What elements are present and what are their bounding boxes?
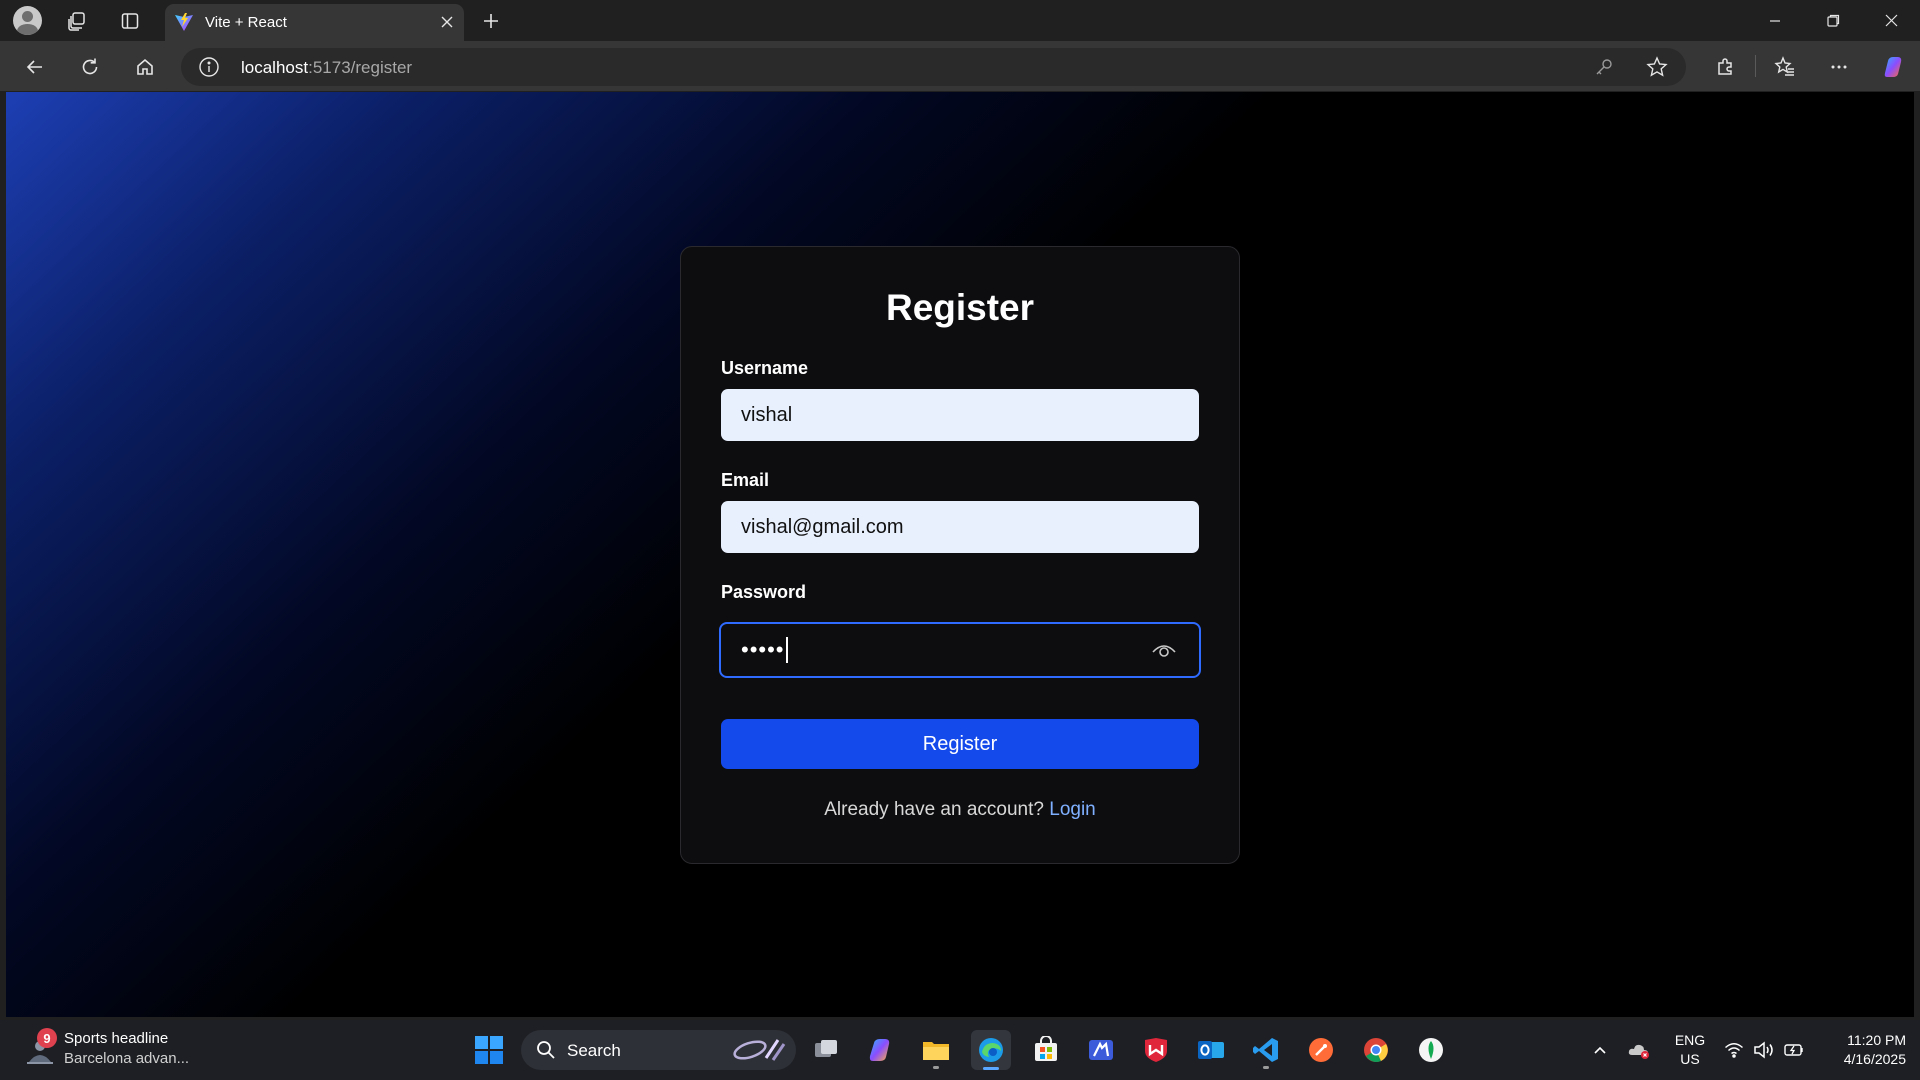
username-label: Username xyxy=(721,358,809,378)
copilot-icon[interactable] xyxy=(1876,50,1912,84)
password-masked-value: ••••• xyxy=(741,637,785,662)
password-input[interactable]: ••••• xyxy=(721,624,1199,676)
start-button[interactable] xyxy=(469,1030,509,1070)
password-label: Password xyxy=(721,582,807,602)
new-tab-button[interactable] xyxy=(476,6,506,36)
register-button[interactable]: Register xyxy=(721,719,1199,769)
battery-charging-icon[interactable] xyxy=(1782,1038,1806,1062)
extensions-icon[interactable] xyxy=(1707,50,1743,84)
task-view-icon[interactable] xyxy=(806,1030,846,1070)
search-label: Search xyxy=(567,1041,621,1060)
address-bar[interactable]: localhost:5173/register xyxy=(181,48,1686,86)
active-app-indicator xyxy=(983,1067,999,1070)
tab-close-icon[interactable] xyxy=(434,9,460,35)
mcafee-icon[interactable] xyxy=(1136,1030,1176,1070)
password-field[interactable]: ••••• xyxy=(719,622,1201,678)
toolbar-separator xyxy=(1755,55,1756,77)
register-card: Register Username Email Password ••••• R… xyxy=(680,246,1240,864)
workspaces-icon[interactable] xyxy=(62,6,92,36)
url-path: :5173/register xyxy=(308,58,413,77)
back-button[interactable] xyxy=(17,50,53,84)
username-input[interactable] xyxy=(721,389,1199,441)
volume-icon[interactable] xyxy=(1752,1038,1776,1062)
profile-avatar[interactable] xyxy=(13,6,42,35)
url-text[interactable]: localhost:5173/register xyxy=(241,58,412,78)
tab-title: Vite + React xyxy=(205,14,287,31)
active-tab[interactable]: Vite + React xyxy=(165,4,464,41)
outlook-icon[interactable] xyxy=(1191,1030,1231,1070)
login-prompt-text: Already have an account? xyxy=(824,799,1044,820)
running-indicator xyxy=(1263,1066,1269,1069)
page-title: Register xyxy=(885,287,1035,328)
news-headline-title[interactable]: Sports headline xyxy=(64,1030,168,1047)
edge-browser-icon[interactable] xyxy=(971,1030,1011,1070)
copilot-app-icon[interactable] xyxy=(861,1030,901,1070)
postman-icon[interactable] xyxy=(1301,1030,1341,1070)
chevron-up-icon[interactable] xyxy=(1588,1038,1612,1062)
clock-time: 11:20 PM xyxy=(1847,1032,1906,1048)
microsoft-store-icon[interactable] xyxy=(1026,1030,1066,1070)
favorites-icon[interactable] xyxy=(1767,50,1803,84)
favorite-star-icon[interactable] xyxy=(1643,54,1671,80)
running-indicator xyxy=(933,1066,939,1069)
news-badge: 9 xyxy=(37,1028,57,1048)
text-caret xyxy=(785,637,788,663)
vertical-tabs-icon[interactable] xyxy=(115,6,145,36)
refresh-button[interactable] xyxy=(72,50,108,84)
paint-app-icon[interactable] xyxy=(1081,1030,1121,1070)
mongodb-compass-icon[interactable] xyxy=(1411,1030,1451,1070)
more-menu-icon[interactable] xyxy=(1821,50,1857,84)
region-code: US xyxy=(1680,1051,1700,1067)
email-input[interactable] xyxy=(721,501,1199,553)
vscode-icon[interactable] xyxy=(1246,1030,1286,1070)
clock-date: 4/16/2025 xyxy=(1843,1051,1906,1067)
browser-tab-bar: Vite + React xyxy=(0,0,1920,41)
login-link[interactable]: Login xyxy=(1049,799,1096,820)
show-password-eye-icon[interactable] xyxy=(1151,639,1177,661)
url-host: localhost xyxy=(241,58,309,77)
search-icon xyxy=(537,1041,555,1059)
system-clock[interactable]: 11:20 PM 4/16/2025 xyxy=(1814,1031,1906,1069)
windows-taskbar: 9 Sports headline Barcelona advan... Sea… xyxy=(0,1020,1920,1080)
close-window-button[interactable] xyxy=(1862,0,1920,41)
language-code: ENG xyxy=(1674,1032,1706,1048)
browser-toolbar: localhost:5173/register xyxy=(0,41,1920,91)
vite-favicon-icon xyxy=(174,12,194,32)
minimize-button[interactable] xyxy=(1746,0,1804,41)
input-language[interactable]: ENG US xyxy=(1672,1031,1708,1069)
login-prompt: Already have an account? Login xyxy=(681,799,1239,821)
home-button[interactable] xyxy=(127,50,163,84)
taskbar-search[interactable]: Search xyxy=(521,1030,796,1070)
email-label: Email xyxy=(721,470,770,490)
page-viewport: Register Username Email Password ••••• R… xyxy=(6,92,1914,1017)
file-explorer-icon[interactable] xyxy=(916,1030,956,1070)
restore-button[interactable] xyxy=(1804,0,1862,41)
news-headline-subtitle[interactable]: Barcelona advan... xyxy=(64,1050,189,1067)
chrome-icon[interactable] xyxy=(1356,1030,1396,1070)
wifi-icon[interactable] xyxy=(1722,1038,1746,1062)
site-info-icon[interactable] xyxy=(198,56,220,78)
onedrive-error-icon[interactable] xyxy=(1627,1038,1651,1062)
password-key-icon[interactable] xyxy=(1590,54,1618,80)
search-highlight-icon xyxy=(733,1039,786,1061)
